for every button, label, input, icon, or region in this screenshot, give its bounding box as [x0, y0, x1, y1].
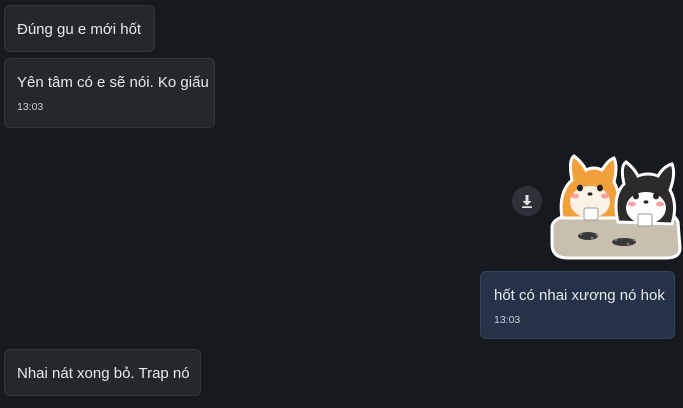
incoming-message[interactable]: Đúng gu e mới hốt	[4, 5, 155, 52]
message-text: Nhai nát xong bỏ. Trap nó	[17, 365, 190, 382]
sticker-download-button[interactable]	[512, 186, 542, 216]
sticker-message[interactable]	[548, 152, 682, 260]
chat-window: Đúng gu e mới hốt Yên tâm có e sẽ nói. K…	[0, 0, 683, 408]
incoming-message[interactable]: Yên tâm có e sẽ nói. Ko giấu 13:03	[4, 58, 215, 128]
message-text: hốt có nhai xương nó hok	[494, 287, 665, 304]
message-timestamp: 13:03	[17, 101, 44, 113]
download-icon	[522, 195, 532, 208]
message-text: Đúng gu e mới hốt	[17, 21, 142, 38]
incoming-message[interactable]: Nhai nát xong bỏ. Trap nó	[4, 349, 201, 396]
outgoing-message[interactable]: hốt có nhai xương nó hok 13:03	[480, 271, 675, 339]
shiba-and-husky-eating-seeds-sticker-icon	[550, 154, 682, 260]
message-text: Yên tâm có e sẽ nói. Ko giấu	[17, 74, 209, 91]
message-timestamp: 13:03	[494, 314, 521, 326]
